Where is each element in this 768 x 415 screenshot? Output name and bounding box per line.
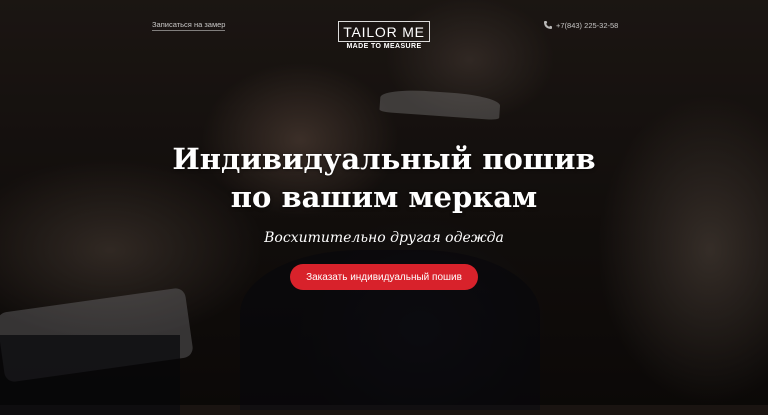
hero-content: Индивидуальный пошив по вашим меркам Вос… [0, 140, 768, 290]
phone-icon [543, 20, 553, 30]
order-tailoring-button[interactable]: Заказать индивидуальный пошив [290, 264, 478, 290]
phone-number: +7(843) 225-32-58 [556, 20, 619, 30]
hero-title-line-1: Индивидуальный пошив [172, 142, 596, 176]
site-header: Записаться на замер TAILOR ME MADE TO ME… [0, 0, 768, 70]
hero-subtitle: Восхитительно другая одежда [264, 230, 504, 246]
signup-link[interactable]: Записаться на замер [152, 20, 226, 31]
logo[interactable]: TAILOR ME MADE TO MEASURE [338, 21, 430, 50]
hero-title: Индивидуальный пошив по вашим меркам [0, 140, 768, 216]
phone-contact[interactable]: +7(843) 225-32-58 [543, 20, 618, 30]
logo-text: TAILOR ME [338, 21, 430, 42]
hero-title-line-2: по вашим меркам [230, 180, 538, 214]
logo-tagline: MADE TO MEASURE [346, 43, 422, 50]
